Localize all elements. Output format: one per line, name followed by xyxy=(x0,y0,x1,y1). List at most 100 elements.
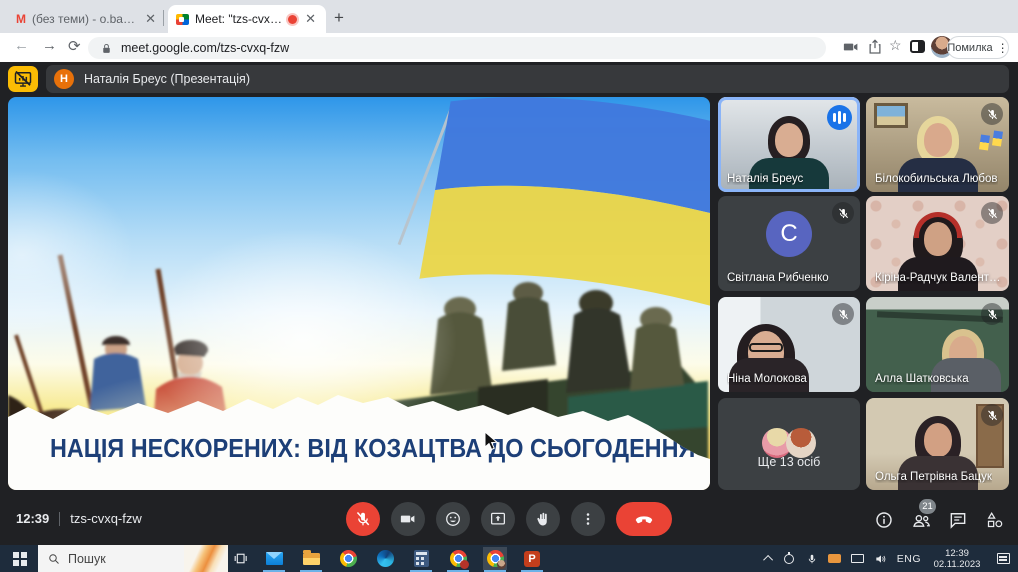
participant-name: Кіріна-Радчук Валентина xyxy=(875,272,1007,284)
tray-keyboard-icon[interactable] xyxy=(828,552,842,566)
gmail-icon: M xyxy=(16,12,26,26)
mic-muted-icon xyxy=(832,303,854,325)
side-panel-icon[interactable] xyxy=(910,40,925,53)
meeting-details-button[interactable] xyxy=(873,509,895,531)
menu-dots-icon[interactable]: ⋮ xyxy=(997,41,1009,55)
action-center-icon[interactable] xyxy=(997,553,1010,564)
participant-tile[interactable]: Ольга Петрівна Бацук xyxy=(866,398,1009,490)
participant-name: Світлана Рибченко xyxy=(727,272,829,284)
tray-volume-icon[interactable] xyxy=(874,552,888,566)
participant-name: Ніна Молокова xyxy=(727,373,807,385)
overflow-avatars xyxy=(762,428,816,458)
participant-tile[interactable]: Ніна Молокова xyxy=(718,297,860,392)
taskbar-chrome-active-button[interactable] xyxy=(483,547,507,570)
present-button[interactable] xyxy=(481,502,515,536)
mail-icon xyxy=(266,552,283,565)
tray-display-icon[interactable] xyxy=(851,552,865,566)
slide-title: НАЦІЯ НЕСКОРЕНИХ: ВІД КОЗАЦТВА ДО СЬОГОД… xyxy=(50,433,695,464)
tab-camera-in-use-icon[interactable] xyxy=(842,38,860,56)
participant-tile[interactable]: Кіріна-Радчук Валентина xyxy=(866,196,1009,291)
mic-muted-icon xyxy=(981,202,1003,224)
taskbar-edge-button[interactable] xyxy=(373,547,397,570)
windows-taskbar: Пошук P ENG 12:39 02.11.2023 xyxy=(0,545,1018,572)
address-bar[interactable]: meet.google.com/tzs-cvxq-fzw xyxy=(88,37,826,59)
search-highlight-artwork xyxy=(184,545,228,572)
close-tab-icon[interactable]: ✕ xyxy=(303,11,318,27)
folder-icon xyxy=(303,553,320,565)
screen: M (без теми) - o.batsuk@kubg.edu ✕ Meet:… xyxy=(0,0,1018,572)
clock-time: 12:39 xyxy=(945,548,969,559)
participant-name: Білокобильська Любов xyxy=(875,173,998,185)
raise-hand-button[interactable] xyxy=(526,502,560,536)
tab-gmail[interactable]: M (без теми) - o.batsuk@kubg.edu ✕ xyxy=(8,5,166,33)
camera-button[interactable] xyxy=(391,502,425,536)
start-button[interactable] xyxy=(0,545,38,572)
bookmark-star-icon[interactable]: ☆ xyxy=(889,37,902,54)
chrome-icon xyxy=(340,550,357,567)
reactions-button[interactable] xyxy=(436,502,470,536)
recording-indicator-icon xyxy=(288,15,297,24)
task-view-button[interactable] xyxy=(228,547,252,570)
people-button[interactable]: 21 xyxy=(910,509,932,531)
more-options-button[interactable] xyxy=(571,502,605,536)
taskbar-powerpoint-button[interactable]: P xyxy=(520,547,544,570)
presenter-banner[interactable]: Н Наталія Бреус (Презентація) xyxy=(46,65,1009,93)
meet-panel-icons: 21 xyxy=(873,509,1006,531)
reload-button[interactable]: ⟳ xyxy=(68,37,81,55)
chat-button[interactable] xyxy=(947,509,969,531)
profile-avatar-badge xyxy=(497,560,506,569)
tab-title: (без теми) - o.batsuk@kubg.edu xyxy=(32,12,137,26)
tab-meet[interactable]: Meet: "tzs-cvxq-fzw" ✕ xyxy=(168,5,326,33)
participant-tile[interactable]: Алла Шатковська xyxy=(866,297,1009,392)
tab-divider xyxy=(163,10,164,26)
participant-tile[interactable]: С Світлана Рибченко xyxy=(718,196,860,291)
presenter-label: Наталія Бреус (Презентація) xyxy=(84,72,250,86)
windows-logo-icon xyxy=(13,552,19,558)
url-text: meet.google.com/tzs-cvxq-fzw xyxy=(121,41,289,55)
presentation-off-button[interactable] xyxy=(8,66,38,92)
forward-button[interactable]: → xyxy=(42,37,57,54)
presentation-stage[interactable]: НАЦІЯ НЕСКОРЕНИХ: ВІД КОЗАЦТВА ДО СЬОГОД… xyxy=(8,97,710,490)
presentation-off-icon xyxy=(13,69,33,89)
end-call-button[interactable] xyxy=(616,502,672,536)
taskbar-clock[interactable]: 12:39 02.11.2023 xyxy=(930,548,984,570)
system-tray: ENG 12:39 02.11.2023 xyxy=(766,545,1018,572)
participant-tile[interactable]: Білокобильська Любов xyxy=(866,97,1009,192)
taskbar-search-input[interactable]: Пошук xyxy=(38,545,228,572)
mic-off-button[interactable] xyxy=(346,502,380,536)
language-indicator[interactable]: ENG xyxy=(897,553,921,565)
mic-muted-icon xyxy=(981,404,1003,426)
call-controls xyxy=(0,502,1018,536)
participant-avatar: С xyxy=(766,211,812,257)
participant-name: Наталія Бреус xyxy=(727,173,803,185)
speaking-indicator-icon xyxy=(827,105,852,130)
participants-overflow-tile[interactable]: Ще 13 осіб xyxy=(718,398,860,490)
taskbar-chrome-profile-button[interactable] xyxy=(446,547,470,570)
taskbar-chrome-button[interactable] xyxy=(336,547,360,570)
participant-name: Алла Шатковська xyxy=(875,373,969,385)
participant-count-badge: 21 xyxy=(919,499,936,514)
taskbar-explorer-button[interactable] xyxy=(299,547,323,570)
new-tab-button[interactable]: + xyxy=(334,8,344,28)
overflow-count-label: Ще 13 осіб xyxy=(718,455,860,469)
tray-clock-icon[interactable] xyxy=(782,552,796,566)
calculator-icon xyxy=(414,550,429,567)
participant-name: Ольга Петрівна Бацук xyxy=(875,471,992,483)
mic-muted-icon xyxy=(832,202,854,224)
tray-expand-icon[interactable] xyxy=(763,555,773,565)
taskbar-calculator-button[interactable] xyxy=(409,547,433,570)
tray-mic-icon[interactable] xyxy=(805,552,819,566)
error-label: Помилка xyxy=(947,42,992,54)
back-button[interactable]: ← xyxy=(14,37,29,54)
activities-button[interactable] xyxy=(984,509,1006,531)
edge-icon xyxy=(377,550,394,567)
powerpoint-icon: P xyxy=(524,551,540,567)
mouse-cursor xyxy=(484,431,500,453)
share-icon[interactable] xyxy=(866,38,884,56)
participant-tile[interactable]: Наталія Бреус xyxy=(718,97,860,192)
close-tab-icon[interactable]: ✕ xyxy=(143,11,158,27)
search-placeholder: Пошук xyxy=(68,552,106,566)
browser-tab-strip: M (без теми) - o.batsuk@kubg.edu ✕ Meet:… xyxy=(0,0,1018,33)
taskbar-mail-button[interactable] xyxy=(262,547,286,570)
chrome-error-button[interactable]: Помилка ⋮ xyxy=(947,36,1009,59)
